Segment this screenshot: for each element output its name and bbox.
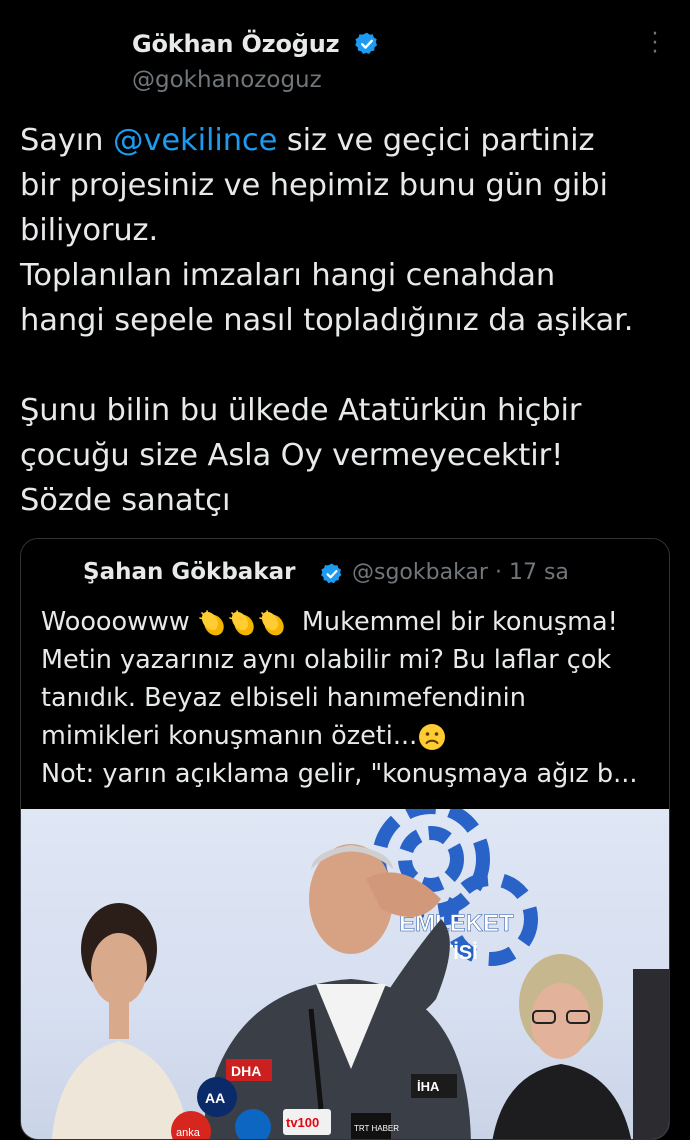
mic-label: İHA	[417, 1079, 440, 1094]
quoted-text-line: Woooowww Mukemmel bir konuşma!	[41, 603, 661, 641]
quoted-text-line: Metin yazarınız aynı olabilir mi? Bu laf…	[41, 645, 612, 675]
text-fragment: Woooowww	[41, 607, 198, 637]
mic-label: TRT HABER	[354, 1124, 399, 1133]
mic-label: DHA	[231, 1063, 261, 1079]
tweet-text-line: Sözde sanatçı	[20, 483, 231, 518]
clapping-hands-icon	[199, 610, 284, 636]
meta-separator: ·	[494, 560, 502, 585]
tweet-text-line: Şunu bilin bu ülkede Atatürkün hiçbir	[20, 393, 582, 428]
tweet-text-line: bir projesiniz ve hepimiz bunu gün gibi	[20, 168, 608, 203]
text-fragment: Mukemmel bir konuşma!	[293, 607, 618, 637]
mic-label: anka	[176, 1127, 201, 1139]
quoted-avatar[interactable]	[39, 557, 83, 593]
quoted-tweet[interactable]: Şahan Gökbakar @sgokbakar · 17 sa Woooow…	[20, 538, 670, 1140]
tweet-text: Sayın @vekilince siz ve geçici partiniz …	[20, 118, 680, 523]
quoted-text-line: tanıdık. Beyaz elbiseli hanımefendinin	[41, 683, 526, 713]
person-left	[51, 903, 190, 1139]
author-name[interactable]: Gökhan Özoğuz	[132, 30, 340, 58]
text-fragment: siz ve geçici partiniz	[277, 123, 595, 158]
tweet-text-line: hangi sepele nasıl topladığınız da aşika…	[20, 303, 634, 338]
tweet-text-line: biliyoruz.	[20, 213, 159, 248]
more-options-icon[interactable]: · · ·	[645, 24, 665, 64]
text-fragment: Sayın	[20, 123, 113, 158]
quoted-text-line: Not: yarın açıklama gelir, "konuşmaya ağ…	[41, 759, 638, 789]
mic-label: tv100	[286, 1115, 319, 1130]
quoted-timestamp[interactable]: 17 sa	[509, 560, 569, 585]
quoted-meta: @sgokbakar · 17 sa	[352, 560, 569, 585]
tweet-text-line: çocuğu size Asla Oy vermeyecektir!	[20, 438, 564, 473]
tweet-text-line: Toplanılan imzaları hangi cenahdan	[20, 258, 556, 293]
tweet-header: Gökhan Özoğuz @gokhanozoguz · · ·	[0, 0, 690, 110]
press-conference-photo: EMLEKET TİSİ DHA AA anka tv100 TRT HABER…	[51, 809, 669, 1139]
avatar[interactable]	[20, 24, 116, 94]
quoted-author-name[interactable]: Şahan Gökbakar	[83, 559, 295, 585]
quoted-text-line: mimikleri konuşmanın özeti...	[41, 717, 661, 755]
text-fragment: mimikleri konuşmanın özeti...	[41, 721, 418, 751]
tweet-text-line: Sayın @vekilince siz ve geçici partiniz	[20, 118, 680, 163]
author-handle[interactable]: @gokhanozoguz	[132, 67, 322, 93]
mic-label: AA	[205, 1090, 225, 1106]
verified-badge-icon	[321, 563, 342, 584]
quoted-tweet-header: Şahan Gökbakar @sgokbakar · 17 sa	[21, 557, 669, 593]
quoted-media-image[interactable]: EMLEKET TİSİ DHA AA anka tv100 TRT HABER…	[21, 809, 669, 1139]
verified-badge-icon	[355, 32, 378, 54]
person-right	[492, 954, 632, 1139]
quoted-tweet-text: Woooowww Mukemmel bir konuşma! Metin yaz…	[41, 603, 661, 793]
slightly-frowning-face-icon	[419, 724, 446, 750]
quoted-author-handle[interactable]: @sgokbakar	[352, 560, 488, 585]
tweet-text-blank-line	[20, 343, 680, 388]
person-edge	[633, 969, 669, 1139]
mention-link[interactable]: @vekilince	[113, 123, 277, 158]
